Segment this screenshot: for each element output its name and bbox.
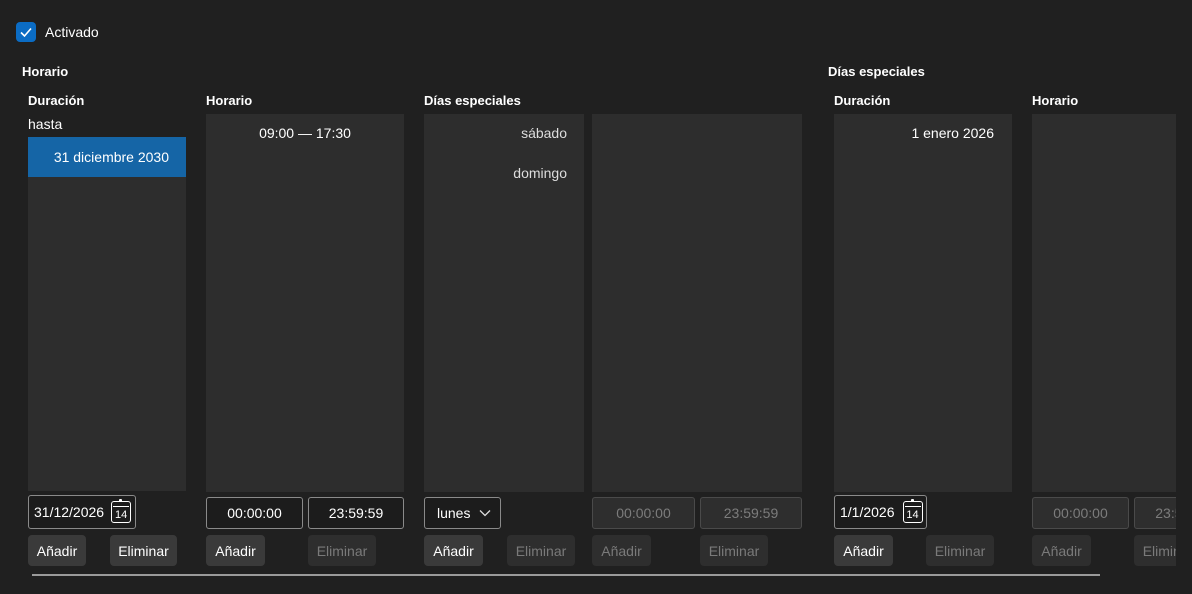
horario-add-button[interactable]: Añadir [206, 535, 265, 566]
horario-section-title: Horario [22, 64, 69, 79]
activado-label: Activado [45, 24, 99, 40]
horario-title: Horario [206, 93, 253, 108]
dias-horario-add-button[interactable]: Añadir [592, 535, 651, 566]
dias-add-button[interactable]: Añadir [424, 535, 483, 566]
especiales-duracion-list[interactable]: 1 enero 2026 [834, 114, 1012, 492]
dias-especiales-section-title: Días especiales [828, 64, 925, 79]
horizontal-scrollbar[interactable] [32, 574, 1100, 576]
duracion-date-picker[interactable]: 31/12/2026 14 [28, 495, 136, 529]
chevron-down-icon [479, 510, 491, 517]
hasta-label: hasta [28, 116, 63, 132]
especiales-horario-remove-clip: Eliminar [1134, 535, 1176, 566]
activado-toggle[interactable]: Activado [16, 22, 99, 42]
especiales-add-button[interactable]: Añadir [834, 535, 893, 566]
especiales-end-time-clip: 23:59:59 [1134, 497, 1176, 529]
duracion-add-button[interactable]: Añadir [28, 535, 86, 566]
dias-title: Días especiales [424, 93, 521, 108]
dias-weekday-select[interactable]: lunes [424, 497, 501, 529]
calendar-icon[interactable]: 14 [111, 499, 132, 523]
especiales-remove-button[interactable]: Eliminar [926, 535, 994, 566]
dias-horario-start-time[interactable]: 00:00:00 [592, 497, 695, 529]
list-item[interactable]: sábado [521, 125, 567, 141]
dias-horario-end-time[interactable]: 23:59:59 [700, 497, 802, 529]
activado-checkbox[interactable] [16, 22, 36, 42]
especiales-horario-title: Horario [1032, 93, 1079, 108]
list-item[interactable]: 09:00 — 17:30 [206, 125, 404, 141]
duracion-list[interactable]: 31 diciembre 2030 [28, 137, 186, 491]
checkmark-icon [20, 27, 32, 38]
horario-list[interactable]: 09:00 — 17:30 [206, 114, 404, 492]
list-item[interactable]: 1 enero 2026 [911, 125, 994, 141]
horario-end-time[interactable]: 23:59:59 [308, 497, 404, 529]
list-item-selected[interactable]: 31 diciembre 2030 [28, 137, 186, 177]
date-value: 1/1/2026 [840, 504, 895, 520]
especiales-date-picker[interactable]: 1/1/2026 14 [834, 495, 927, 529]
dias-remove-button[interactable]: Eliminar [507, 535, 575, 566]
select-value: lunes [437, 505, 471, 521]
duracion-remove-button[interactable]: Eliminar [110, 535, 177, 566]
especiales-horario-remove-button[interactable]: Eliminar [1134, 535, 1176, 566]
list-item[interactable]: domingo [513, 165, 567, 181]
especiales-end-time[interactable]: 23:59:59 [1134, 497, 1176, 529]
horario-start-time[interactable]: 00:00:00 [206, 497, 303, 529]
horario-remove-button[interactable]: Eliminar [308, 535, 376, 566]
calendar-icon[interactable]: 14 [902, 499, 923, 523]
especiales-horario-list[interactable] [1032, 114, 1176, 492]
dias-horario-list[interactable] [592, 114, 802, 492]
dias-list[interactable]: sábado domingo [424, 114, 584, 492]
duracion-title: Duración [28, 93, 85, 108]
dias-horario-remove-button[interactable]: Eliminar [700, 535, 768, 566]
date-value: 31/12/2026 [34, 504, 105, 520]
especiales-start-time[interactable]: 00:00:00 [1032, 497, 1129, 529]
especiales-duracion-title: Duración [834, 93, 891, 108]
especiales-horario-add-button[interactable]: Añadir [1032, 535, 1091, 566]
